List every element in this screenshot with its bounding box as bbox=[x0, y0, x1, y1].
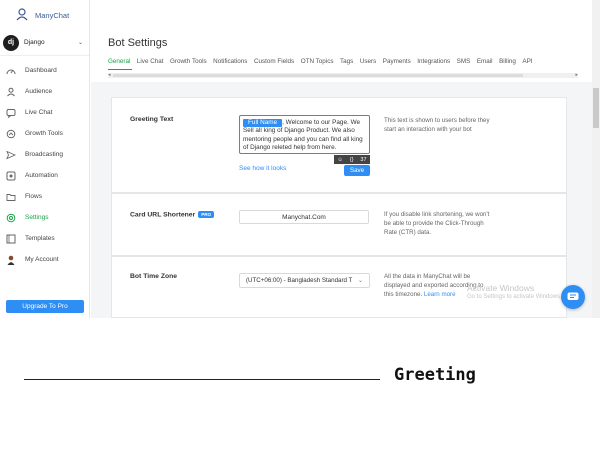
manychat-logo-icon bbox=[16, 8, 28, 21]
url-shortener-label: Card URL Shortener PRO bbox=[130, 211, 214, 218]
sidebar-item-my-account[interactable]: My Account bbox=[0, 249, 89, 270]
user-icon bbox=[7, 87, 15, 96]
time-zone-label: Bot Time Zone bbox=[130, 273, 178, 280]
sidebar-item-live-chat[interactable]: Live Chat bbox=[0, 102, 89, 123]
sidebar-item-growth-tools[interactable]: Growth Tools bbox=[0, 123, 89, 144]
sidebar-item-label: Dashboard bbox=[25, 67, 57, 74]
greeting-description: This text is shown to users before they … bbox=[384, 117, 490, 133]
upgrade-to-pro-button[interactable]: Upgrade To Pro bbox=[6, 300, 84, 313]
url-shortener-label-text: Card URL Shortener bbox=[130, 211, 196, 219]
tab-integrations[interactable]: Integrations bbox=[417, 58, 450, 65]
main-content: Bot Settings General Live Chat Growth To… bbox=[91, 0, 600, 318]
active-tab-indicator bbox=[108, 69, 132, 70]
chat-widget-button[interactable] bbox=[561, 285, 585, 309]
tabs-scroll-thumb[interactable] bbox=[113, 74, 523, 77]
sidebar-item-dashboard[interactable]: Dashboard bbox=[0, 60, 89, 81]
sidebar-item-label: My Account bbox=[25, 256, 59, 263]
avatar-icon bbox=[7, 255, 15, 265]
chevron-down-icon: ⌄ bbox=[357, 278, 363, 284]
url-shortener-section: Card URL Shortener PRO Manychat.Com If yo… bbox=[111, 193, 567, 256]
greeting-text-label: Greeting Text bbox=[130, 116, 174, 123]
time-zone-value: (UTC+06:00) - Bangladesh Standard T bbox=[246, 277, 353, 284]
char-counter: 37 bbox=[360, 156, 367, 163]
windows-activation-subtitle: Go to Settings to activate Windows. bbox=[467, 294, 562, 300]
app-window: ManyChat dj Django ⌄ Dashboard Audience … bbox=[0, 0, 600, 318]
url-shortener-field[interactable]: Manychat.Com bbox=[239, 210, 369, 224]
time-zone-select[interactable]: (UTC+06:00) - Bangladesh Standard T ⌄ bbox=[239, 273, 370, 288]
page-scrollbar[interactable] bbox=[592, 0, 600, 318]
caption-text: Greeting bbox=[394, 365, 476, 385]
settings-tabs: General Live Chat Growth Tools Notificat… bbox=[108, 58, 539, 65]
save-button[interactable]: Save bbox=[344, 165, 370, 176]
tab-users[interactable]: Users bbox=[360, 58, 376, 65]
sidebar-item-label: Flows bbox=[25, 193, 42, 200]
tabs-scrollbar[interactable]: ◂ ▸ bbox=[108, 72, 578, 78]
tab-tags[interactable]: Tags bbox=[340, 58, 353, 65]
scroll-left-icon[interactable]: ◂ bbox=[108, 72, 111, 78]
tab-sms[interactable]: SMS bbox=[457, 58, 471, 65]
chevron-down-icon: ⌄ bbox=[77, 40, 83, 46]
tab-api[interactable]: API bbox=[522, 58, 532, 65]
tab-custom-fields[interactable]: Custom Fields bbox=[254, 58, 294, 65]
sidebar-item-label: Broadcasting bbox=[25, 151, 63, 158]
sidebar-nav: Dashboard Audience Live Chat Growth Tool… bbox=[0, 60, 89, 270]
scroll-right-icon[interactable]: ▸ bbox=[575, 72, 578, 78]
greeting-text-section: Greeting Text Full Name, Welcome to our … bbox=[111, 97, 567, 193]
tab-growth-tools[interactable]: Growth Tools bbox=[170, 58, 207, 65]
sidebar: ManyChat dj Django ⌄ Dashboard Audience … bbox=[0, 0, 90, 318]
greeting-toolbar: ☺ {} 37 bbox=[334, 155, 370, 164]
chat-bubble-icon bbox=[567, 292, 579, 300]
sidebar-item-flows[interactable]: Flows bbox=[0, 186, 89, 207]
sidebar-item-automation[interactable]: Automation bbox=[0, 165, 89, 186]
gear-icon bbox=[6, 213, 16, 222]
sidebar-item-settings[interactable]: Settings bbox=[0, 207, 89, 228]
tab-live-chat[interactable]: Live Chat bbox=[137, 58, 164, 65]
automation-icon bbox=[6, 171, 16, 180]
account-name: Django bbox=[24, 39, 45, 46]
tab-billing[interactable]: Billing bbox=[499, 58, 516, 65]
sidebar-item-broadcasting[interactable]: Broadcasting bbox=[0, 144, 89, 165]
sidebar-item-audience[interactable]: Audience bbox=[0, 81, 89, 102]
tab-notifications[interactable]: Notifications bbox=[213, 58, 247, 65]
caption-divider bbox=[24, 379, 380, 380]
sidebar-item-label: Growth Tools bbox=[25, 130, 63, 137]
growth-icon bbox=[6, 129, 16, 138]
sidebar-item-label: Settings bbox=[25, 214, 49, 221]
emoji-icon[interactable]: ☺ bbox=[337, 157, 343, 163]
pro-badge: PRO bbox=[198, 211, 214, 218]
tab-otn-topics[interactable]: OTN Topics bbox=[301, 58, 334, 65]
tab-general[interactable]: General bbox=[108, 58, 130, 65]
url-shortener-description: If you disable link shortening, we won't… bbox=[384, 211, 490, 236]
greeting-text-start: , Welcome to our Page. bbox=[282, 119, 349, 126]
sidebar-item-label: Live Chat bbox=[25, 109, 53, 116]
sidebar-item-label: Automation bbox=[25, 172, 58, 179]
windows-activation-title: Activate Windows bbox=[467, 283, 535, 293]
sidebar-item-templates[interactable]: Templates bbox=[0, 228, 89, 249]
chat-icon bbox=[6, 108, 16, 118]
templates-icon bbox=[6, 234, 16, 243]
greeting-text-input[interactable]: Full Name, Welcome to our Page. We Sell … bbox=[239, 115, 370, 154]
account-avatar: dj bbox=[3, 34, 19, 51]
brand-name: ManyChat bbox=[35, 10, 70, 20]
sidebar-item-label: Audience bbox=[25, 88, 53, 95]
send-icon bbox=[6, 150, 16, 159]
tab-payments[interactable]: Payments bbox=[383, 58, 411, 65]
dashboard-icon bbox=[6, 69, 16, 74]
sidebar-item-label: Templates bbox=[25, 235, 55, 242]
learn-more-link[interactable]: Learn more bbox=[424, 291, 456, 298]
account-switcher[interactable]: dj Django ⌄ bbox=[0, 30, 89, 56]
page-scroll-thumb[interactable] bbox=[593, 88, 599, 128]
full-name-chip[interactable]: Full Name bbox=[243, 119, 283, 127]
folder-icon bbox=[6, 193, 16, 201]
tab-email[interactable]: Email bbox=[477, 58, 493, 65]
variable-icon[interactable]: {} bbox=[350, 157, 354, 163]
page-title: Bot Settings bbox=[108, 37, 168, 49]
see-how-it-looks-link[interactable]: See how it looks bbox=[239, 165, 286, 172]
settings-header: Bot Settings General Live Chat Growth To… bbox=[91, 0, 600, 82]
brand[interactable]: ManyChat bbox=[0, 0, 89, 30]
